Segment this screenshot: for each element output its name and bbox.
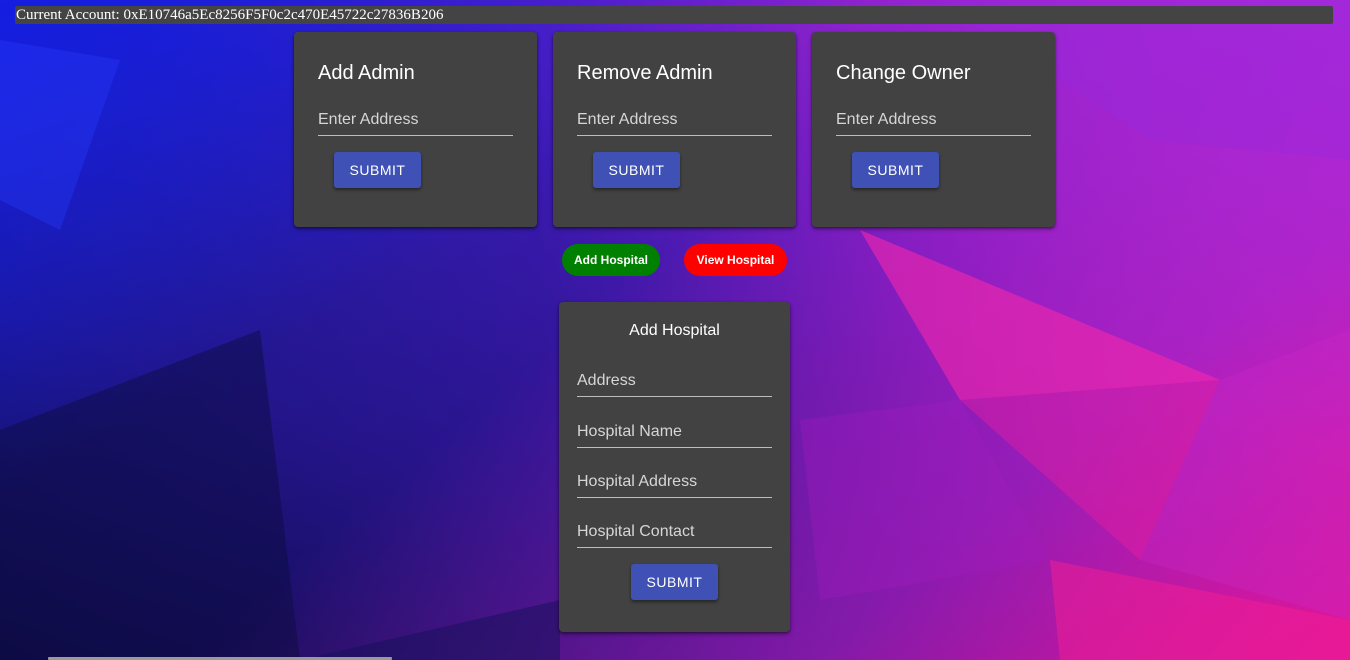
add-admin-title: Add Admin xyxy=(318,62,415,84)
add-hospital-form-title: Add Hospital xyxy=(629,322,720,339)
hospital-name-field xyxy=(577,416,772,448)
add-admin-submit-button[interactable]: SUBMIT xyxy=(334,152,421,188)
hospital-wallet-address-input[interactable] xyxy=(577,365,772,396)
stray-text: .. xyxy=(8,290,13,299)
change-owner-card: Change Owner SUBMIT xyxy=(812,32,1055,227)
add-admin-address-input[interactable] xyxy=(318,104,513,135)
hospital-address-field xyxy=(577,466,772,498)
hospital-wallet-address-field xyxy=(577,365,772,397)
remove-admin-address-field xyxy=(577,104,772,136)
add-hospital-submit-button[interactable]: SUBMIT xyxy=(631,564,718,600)
hospital-name-input[interactable] xyxy=(577,416,772,447)
add-admin-address-field xyxy=(318,104,513,136)
hospital-contact-input[interactable] xyxy=(577,516,772,547)
add-admin-card: Add Admin SUBMIT xyxy=(294,32,537,227)
remove-admin-card: Remove Admin SUBMIT xyxy=(553,32,796,227)
remove-admin-submit-button[interactable]: SUBMIT xyxy=(593,152,680,188)
remove-admin-address-input[interactable] xyxy=(577,104,772,135)
remove-admin-title: Remove Admin xyxy=(577,62,713,84)
add-hospital-toggle-button[interactable]: Add Hospital xyxy=(562,244,660,276)
view-hospital-toggle-button[interactable]: View Hospital xyxy=(684,244,787,276)
change-owner-submit-button[interactable]: SUBMIT xyxy=(852,152,939,188)
change-owner-address-input[interactable] xyxy=(836,104,1031,135)
hospital-contact-field xyxy=(577,516,772,548)
change-owner-title: Change Owner xyxy=(836,62,971,84)
change-owner-address-field xyxy=(836,104,1031,136)
add-hospital-form-card: Add Hospital SUBMIT xyxy=(559,302,790,632)
current-account-label: Current Account: 0xE10746a5Ec8256F5F0c2c… xyxy=(16,7,444,23)
current-account-bar: Current Account: 0xE10746a5Ec8256F5F0c2c… xyxy=(15,6,1333,24)
hospital-address-input[interactable] xyxy=(577,466,772,497)
